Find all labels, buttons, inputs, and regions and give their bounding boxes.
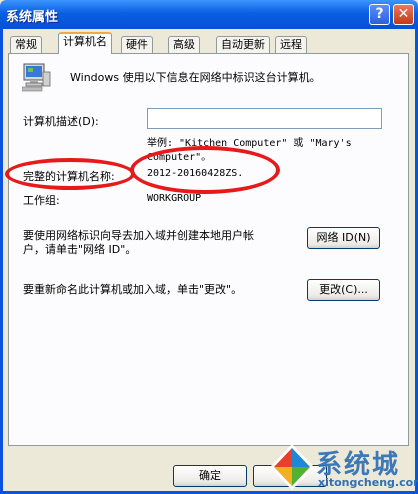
example-text-line2: Computer"。 [147, 152, 212, 163]
full-computer-name-value: 2012-20160428ZS. [147, 168, 244, 179]
tab-remote[interactable]: 远程 [275, 36, 307, 53]
tab-automatic-updates[interactable]: 自动更新 [216, 36, 270, 53]
network-id-description-line2: 户，请单击"网络 ID"。 [23, 243, 137, 256]
help-button[interactable]: ? [369, 4, 390, 25]
workgroup-label: 工作组: [23, 194, 60, 207]
example-text-line1: 举例: "Kitchen Computer" 或 "Mary's [147, 138, 352, 149]
full-computer-name-label: 完整的计算机名称: [23, 170, 115, 183]
tab-general[interactable]: 常规 [10, 36, 42, 53]
intro-text: Windows 使用以下信息在网络中标识这台计算机。 [70, 71, 321, 84]
change-description: 要重新命名此计算机或加入域，单击"更改"。 [23, 283, 243, 296]
network-id-button[interactable]: 网络 ID(N) [307, 227, 380, 249]
computer-description-input[interactable] [147, 108, 382, 129]
computer-description-label: 计算机描述(D): [23, 115, 99, 128]
tab-computer-name[interactable]: 计算机名 [58, 32, 112, 54]
close-button[interactable]: ✕ [393, 4, 414, 25]
workgroup-value: WORKGROUP [147, 193, 202, 204]
ok-button[interactable]: 确定 [173, 465, 247, 487]
window-title: 系统属性 [6, 10, 59, 25]
watermark-url: xitongcheng.com [318, 476, 418, 489]
help-icon: ? [375, 6, 384, 22]
change-button[interactable]: 更改(C)... [307, 279, 380, 301]
tab-advanced[interactable]: 高级 [168, 36, 200, 53]
computer-icon [22, 63, 51, 92]
close-icon: ✕ [397, 6, 410, 22]
tab-hardware[interactable]: 硬件 [121, 36, 153, 53]
title-bar[interactable]: 系统属性 ? ✕ [0, 0, 418, 29]
